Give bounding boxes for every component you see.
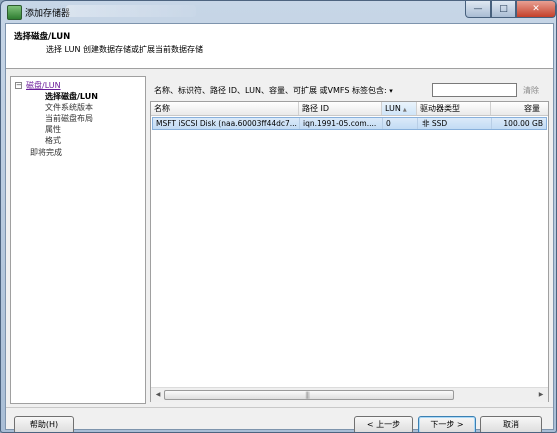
column-header-capacity[interactable]: 容量 [491, 102, 548, 115]
cancel-button[interactable]: 取消 [480, 416, 542, 432]
window-title: 添加存储器 [25, 9, 71, 19]
scroll-left-icon[interactable]: ◀ [152, 389, 164, 401]
clear-link[interactable]: 清除 [523, 85, 539, 96]
wizard-header: 选择磁盘/LUN 选择 LUN 创建数据存储或扩展当前数据存储 [6, 24, 553, 69]
step-ready-to-complete: 即将完成 [30, 148, 62, 157]
filter-input[interactable] [432, 83, 517, 97]
minimize-button[interactable]: — [465, 1, 491, 18]
close-button[interactable]: ✕ [516, 1, 556, 18]
table-row[interactable]: MSFT iSCSI Disk (naa.60003ff44dc7... iqn… [152, 117, 547, 130]
grip-icon: ||| [305, 391, 310, 399]
step-file-system-version: 文件系统版本 [45, 103, 93, 112]
next-button[interactable]: 下一步 > [418, 416, 476, 432]
footer-divider [6, 407, 553, 408]
dialog-client: 选择磁盘/LUN 选择 LUN 创建数据存储或扩展当前数据存储 − 磁盘/LUN… [5, 23, 554, 432]
add-storage-window: 添加存储器 — □ ✕ 选择磁盘/LUN 选择 LUN 创建数据存储或扩展当前数… [0, 0, 557, 433]
cell-capacity: 100.00 GB [503, 119, 543, 128]
horizontal-scrollbar[interactable]: ◀ ||| ▶ [151, 387, 548, 402]
help-button[interactable]: 帮助(H) [14, 416, 74, 432]
app-icon [7, 5, 22, 20]
scroll-right-icon[interactable]: ▶ [535, 389, 547, 401]
scrollbar-thumb[interactable]: ||| [164, 390, 454, 400]
step-disk-lun[interactable]: 磁盘/LUN [26, 80, 61, 91]
collapse-toggle-icon[interactable]: − [15, 82, 22, 89]
column-header-drive-type[interactable]: 驱动器类型 [417, 102, 491, 115]
title-blur [66, 5, 196, 17]
column-header-name[interactable]: 名称 [151, 102, 299, 115]
cell-drive-type: 非 SSD [418, 118, 492, 129]
cell-name: MSFT iSCSI Disk (naa.60003ff44dc7... [153, 118, 300, 129]
cell-lun: 0 [383, 118, 418, 129]
column-header-lun[interactable]: LUN ▲ [382, 102, 417, 115]
table-header: 名称 路径 ID LUN ▲ 驱动器类型 容量 [151, 102, 548, 116]
step-select-disk-lun: 选择磁盘/LUN [45, 92, 98, 101]
wizard-steps: − 磁盘/LUN 选择磁盘/LUN 文件系统版本 当前磁盘布局 属性 格式 即将… [10, 76, 146, 404]
maximize-button[interactable]: □ [491, 1, 516, 18]
title-bar[interactable]: 添加存储器 — □ ✕ [1, 1, 556, 23]
page-subtitle: 选择 LUN 创建数据存储或扩展当前数据存储 [46, 45, 203, 54]
filter-label: 名称、标识符、路径 ID、LUN、容量、可扩展 或VMFS 标签包含: [154, 86, 387, 95]
column-header-path-id[interactable]: 路径 ID [299, 102, 382, 115]
chevron-down-icon: ▾ [389, 87, 393, 95]
back-button[interactable]: < 上一步 [354, 416, 413, 432]
close-icon: ✕ [532, 4, 540, 14]
sort-ascending-icon: ▲ [402, 107, 407, 113]
step-properties: 属性 [45, 125, 61, 134]
page-title: 选择磁盘/LUN [14, 32, 71, 42]
minimize-icon: — [473, 4, 483, 14]
maximize-icon: □ [499, 4, 508, 14]
step-current-disk-layout: 当前磁盘布局 [45, 114, 93, 123]
filter-dropdown[interactable]: 名称、标识符、路径 ID、LUN、容量、可扩展 或VMFS 标签包含: ▾ [154, 85, 393, 96]
column-header-lun-label: LUN [385, 104, 401, 113]
lun-table: 名称 路径 ID LUN ▲ 驱动器类型 容量 MSFT iSCSI Disk (… [150, 101, 549, 402]
step-format: 格式 [45, 136, 61, 145]
cell-path-id: iqn.1991-05.com.... [300, 118, 383, 129]
